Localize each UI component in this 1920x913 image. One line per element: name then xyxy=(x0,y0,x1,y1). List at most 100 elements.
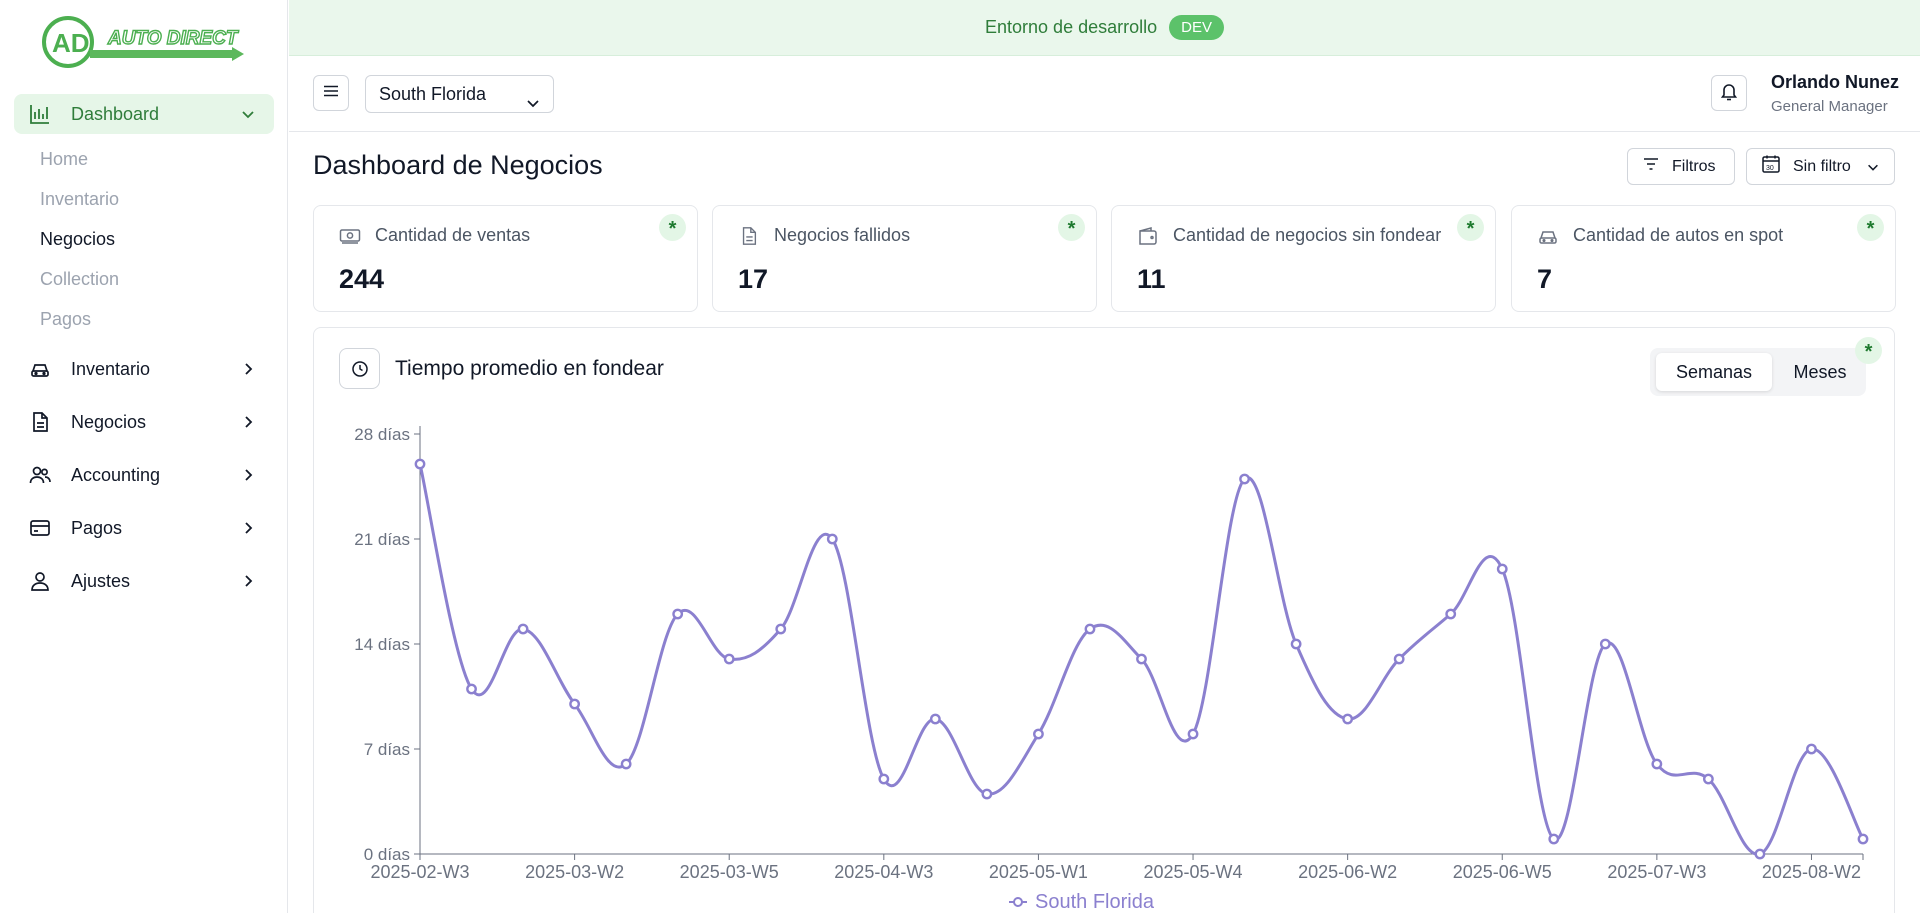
sidebar-item-negocios[interactable]: Negocios xyxy=(14,402,274,442)
data-point xyxy=(1651,758,1663,770)
kpi-label: Cantidad de ventas xyxy=(375,225,531,245)
data-point xyxy=(1445,608,1457,620)
data-point xyxy=(569,698,581,710)
auto-direct-logo[interactable]: AD AUTO DIRECT xyxy=(42,14,247,70)
region-select[interactable]: South Florida xyxy=(365,75,554,113)
filters-button-label: Filtros xyxy=(1672,157,1716,175)
chevron-right-icon xyxy=(240,467,256,483)
sidebar-item-inventario[interactable]: Inventario xyxy=(14,349,274,389)
subnav-home[interactable]: Home xyxy=(40,139,274,179)
date-filter-value: Sin filtro xyxy=(1793,157,1851,175)
chevron-down-icon xyxy=(1866,160,1880,179)
notifications-button[interactable] xyxy=(1711,75,1747,111)
kpi-label: Cantidad de negocios sin fondear xyxy=(1173,225,1442,245)
chevron-down-icon xyxy=(525,87,541,108)
menu-toggle-button[interactable] xyxy=(313,75,349,111)
data-point xyxy=(517,623,529,635)
sidebar-item-label: Accounting xyxy=(71,464,161,485)
top-header: South Florida Orlando Nunez General Mana… xyxy=(289,56,1920,132)
sidebar-item-dashboard[interactable]: Dashboard xyxy=(14,94,274,134)
subnav-negocios[interactable]: Negocios xyxy=(40,219,274,259)
kpi-card-autos-spot: Cantidad de autos en spot 7 * xyxy=(1511,205,1896,312)
line-chart: 0 días7 días14 días21 días28 días2025-02… xyxy=(354,425,1869,913)
data-point xyxy=(1239,473,1250,485)
sidebar-item-label: Pagos xyxy=(71,517,123,538)
info-star-badge[interactable]: * xyxy=(1855,337,1882,364)
kpi-value: 244 xyxy=(339,264,385,294)
info-star-badge[interactable]: * xyxy=(659,214,686,241)
user-name[interactable]: Orlando Nunez xyxy=(1771,72,1899,93)
chevron-right-icon xyxy=(240,414,256,430)
dev-badge: DEV xyxy=(1169,15,1224,40)
info-star-badge[interactable]: * xyxy=(1058,214,1085,241)
date-filter-select[interactable]: 30 Sin filtro xyxy=(1746,148,1895,185)
legend-swatch-marker xyxy=(1013,897,1023,907)
kpi-label: Negocios fallidos xyxy=(774,225,911,245)
data-point xyxy=(1187,728,1199,740)
car-icon xyxy=(1537,225,1559,247)
subnav-collection[interactable]: Collection xyxy=(40,259,274,299)
sidebar-item-pagos[interactable]: Pagos xyxy=(14,508,274,548)
toggle-weeks[interactable]: Semanas xyxy=(1656,353,1772,391)
svg-text:AD: AD xyxy=(52,28,90,58)
wallet-icon xyxy=(1137,225,1159,247)
chart-title: Tiempo promedio en fondear xyxy=(395,357,664,380)
data-point xyxy=(775,623,787,635)
data-point xyxy=(981,788,993,800)
data-point xyxy=(1033,728,1044,740)
svg-text:30: 30 xyxy=(1766,165,1774,172)
data-point xyxy=(1084,623,1096,635)
info-star-badge[interactable]: * xyxy=(1457,214,1484,241)
hamburger-icon xyxy=(322,82,340,105)
data-point xyxy=(878,773,890,785)
car-icon xyxy=(29,358,51,380)
subnav-inventario[interactable]: Inventario xyxy=(40,179,274,219)
data-point xyxy=(929,713,941,725)
credit-card-icon xyxy=(29,517,51,539)
kpi-value: 11 xyxy=(1137,264,1166,294)
x-tick-label: 2025-05-W1 xyxy=(989,862,1088,882)
x-tick-label: 2025-04-W3 xyxy=(834,862,933,882)
chevron-right-icon xyxy=(240,573,256,589)
x-tick-label: 2025-03-W5 xyxy=(680,862,779,882)
dashboard-subnav: Home Inventario Negocios Collection Pago… xyxy=(40,139,274,339)
y-tick-label: 21 días xyxy=(354,530,410,549)
data-point xyxy=(1496,563,1508,575)
data-point xyxy=(723,653,735,665)
data-point xyxy=(1754,848,1766,860)
user-icon xyxy=(29,570,51,592)
data-point xyxy=(466,683,477,695)
filters-button[interactable]: Filtros xyxy=(1627,148,1735,185)
y-tick-label: 14 días xyxy=(354,635,410,654)
subnav-pagos[interactable]: Pagos xyxy=(40,299,274,339)
x-tick-label: 2025-05-W4 xyxy=(1144,862,1243,882)
data-point xyxy=(826,533,838,545)
bar-chart-icon xyxy=(29,103,51,125)
data-point xyxy=(1857,833,1869,845)
kpi-card-sin-fondear: Cantidad de negocios sin fondear 11 * xyxy=(1111,205,1496,312)
data-point xyxy=(1599,638,1611,650)
filter-icon xyxy=(1642,155,1672,178)
x-tick-label: 2025-03-W2 xyxy=(525,862,624,882)
sidebar-item-ajustes[interactable]: Ajustes xyxy=(14,561,274,601)
toggle-months[interactable]: Meses xyxy=(1778,353,1862,391)
data-point xyxy=(1393,653,1405,665)
users-icon xyxy=(29,464,51,486)
data-point xyxy=(1342,713,1354,725)
y-tick-label: 7 días xyxy=(364,740,410,759)
bell-icon xyxy=(1719,81,1739,106)
data-point xyxy=(414,458,426,470)
period-toggle: Semanas Meses xyxy=(1650,348,1866,396)
sidebar: AD AUTO DIRECT Dashboard Home Inventario… xyxy=(0,0,288,913)
user-role: General Manager xyxy=(1771,98,1888,115)
page-title: Dashboard de Negocios xyxy=(313,150,603,180)
kpi-card-fallidos: Negocios fallidos 17 * xyxy=(712,205,1097,312)
environment-banner: Entorno de desarrollo DEV xyxy=(289,0,1920,56)
sidebar-item-accounting[interactable]: Accounting xyxy=(14,455,274,495)
x-tick-label: 2025-02-W3 xyxy=(370,862,469,882)
info-star-badge[interactable]: * xyxy=(1857,214,1884,241)
kpi-card-ventas: Cantidad de ventas 244 * xyxy=(313,205,698,312)
legend-label: South Florida xyxy=(1035,891,1155,913)
sidebar-item-label: Dashboard xyxy=(71,103,160,124)
chevron-right-icon xyxy=(240,520,256,536)
